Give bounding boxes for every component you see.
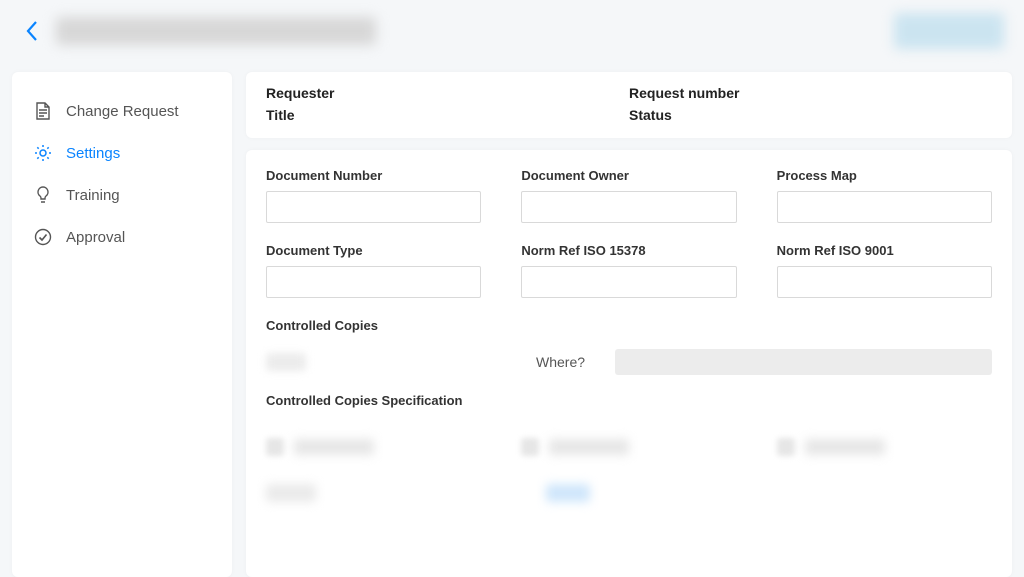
norm-ref-9001-label: Norm Ref ISO 9001 bbox=[777, 243, 992, 258]
spec-extra-1 bbox=[266, 484, 316, 502]
document-number-input[interactable] bbox=[266, 191, 481, 223]
sidebar-item-label: Training bbox=[66, 187, 120, 204]
sidebar-item-label: Approval bbox=[66, 229, 125, 246]
norm-ref-15378-label: Norm Ref ISO 15378 bbox=[521, 243, 736, 258]
sidebar-item-training[interactable]: Training bbox=[20, 174, 224, 216]
controlled-copies-spec-label: Controlled Copies Specification bbox=[266, 393, 992, 408]
spec-option-label bbox=[294, 439, 374, 455]
where-value bbox=[615, 349, 992, 375]
checkbox-icon bbox=[266, 438, 284, 456]
norm-ref-9001-input[interactable] bbox=[777, 266, 992, 298]
status-label: Status bbox=[629, 107, 779, 123]
where-label: Where? bbox=[536, 354, 585, 370]
sidebar: Change Request Settings Training Approva… bbox=[12, 72, 232, 577]
process-map-label: Process Map bbox=[777, 168, 992, 183]
sidebar-item-label: Change Request bbox=[66, 103, 179, 120]
sidebar-item-change-request[interactable]: Change Request bbox=[20, 90, 224, 132]
spec-option-1[interactable] bbox=[266, 438, 481, 456]
requester-label: Requester bbox=[266, 85, 396, 101]
check-circle-icon bbox=[34, 228, 52, 246]
summary-card: Requester Request number Title Status bbox=[246, 72, 1012, 138]
sidebar-item-settings[interactable]: Settings bbox=[20, 132, 224, 174]
brand-logo bbox=[894, 13, 1004, 49]
document-owner-label: Document Owner bbox=[521, 168, 736, 183]
spec-extra-2 bbox=[546, 484, 590, 502]
spec-option-2[interactable] bbox=[521, 438, 736, 456]
sidebar-item-label: Settings bbox=[66, 145, 120, 162]
document-owner-input[interactable] bbox=[521, 191, 736, 223]
back-button[interactable] bbox=[20, 17, 44, 45]
norm-ref-15378-input[interactable] bbox=[521, 266, 736, 298]
settings-form: Document Number Document Owner Process M… bbox=[246, 150, 1012, 577]
spec-option-label bbox=[549, 439, 629, 455]
process-map-input[interactable] bbox=[777, 191, 992, 223]
controlled-copies-label: Controlled Copies bbox=[266, 318, 992, 333]
sidebar-item-approval[interactable]: Approval bbox=[20, 216, 224, 258]
checkbox-icon bbox=[521, 438, 539, 456]
document-type-label: Document Type bbox=[266, 243, 481, 258]
spec-option-label bbox=[805, 439, 885, 455]
document-icon bbox=[34, 102, 52, 120]
page-title bbox=[56, 17, 376, 45]
document-type-input[interactable] bbox=[266, 266, 481, 298]
title-label: Title bbox=[266, 107, 396, 123]
spec-option-3[interactable] bbox=[777, 438, 992, 456]
header-bar bbox=[0, 0, 1024, 62]
controlled-copies-value bbox=[266, 353, 306, 371]
document-number-label: Document Number bbox=[266, 168, 481, 183]
chevron-left-icon bbox=[25, 20, 39, 42]
request-number-label: Request number bbox=[629, 85, 779, 101]
gear-icon bbox=[34, 144, 52, 162]
checkbox-icon bbox=[777, 438, 795, 456]
bulb-icon bbox=[34, 186, 52, 204]
